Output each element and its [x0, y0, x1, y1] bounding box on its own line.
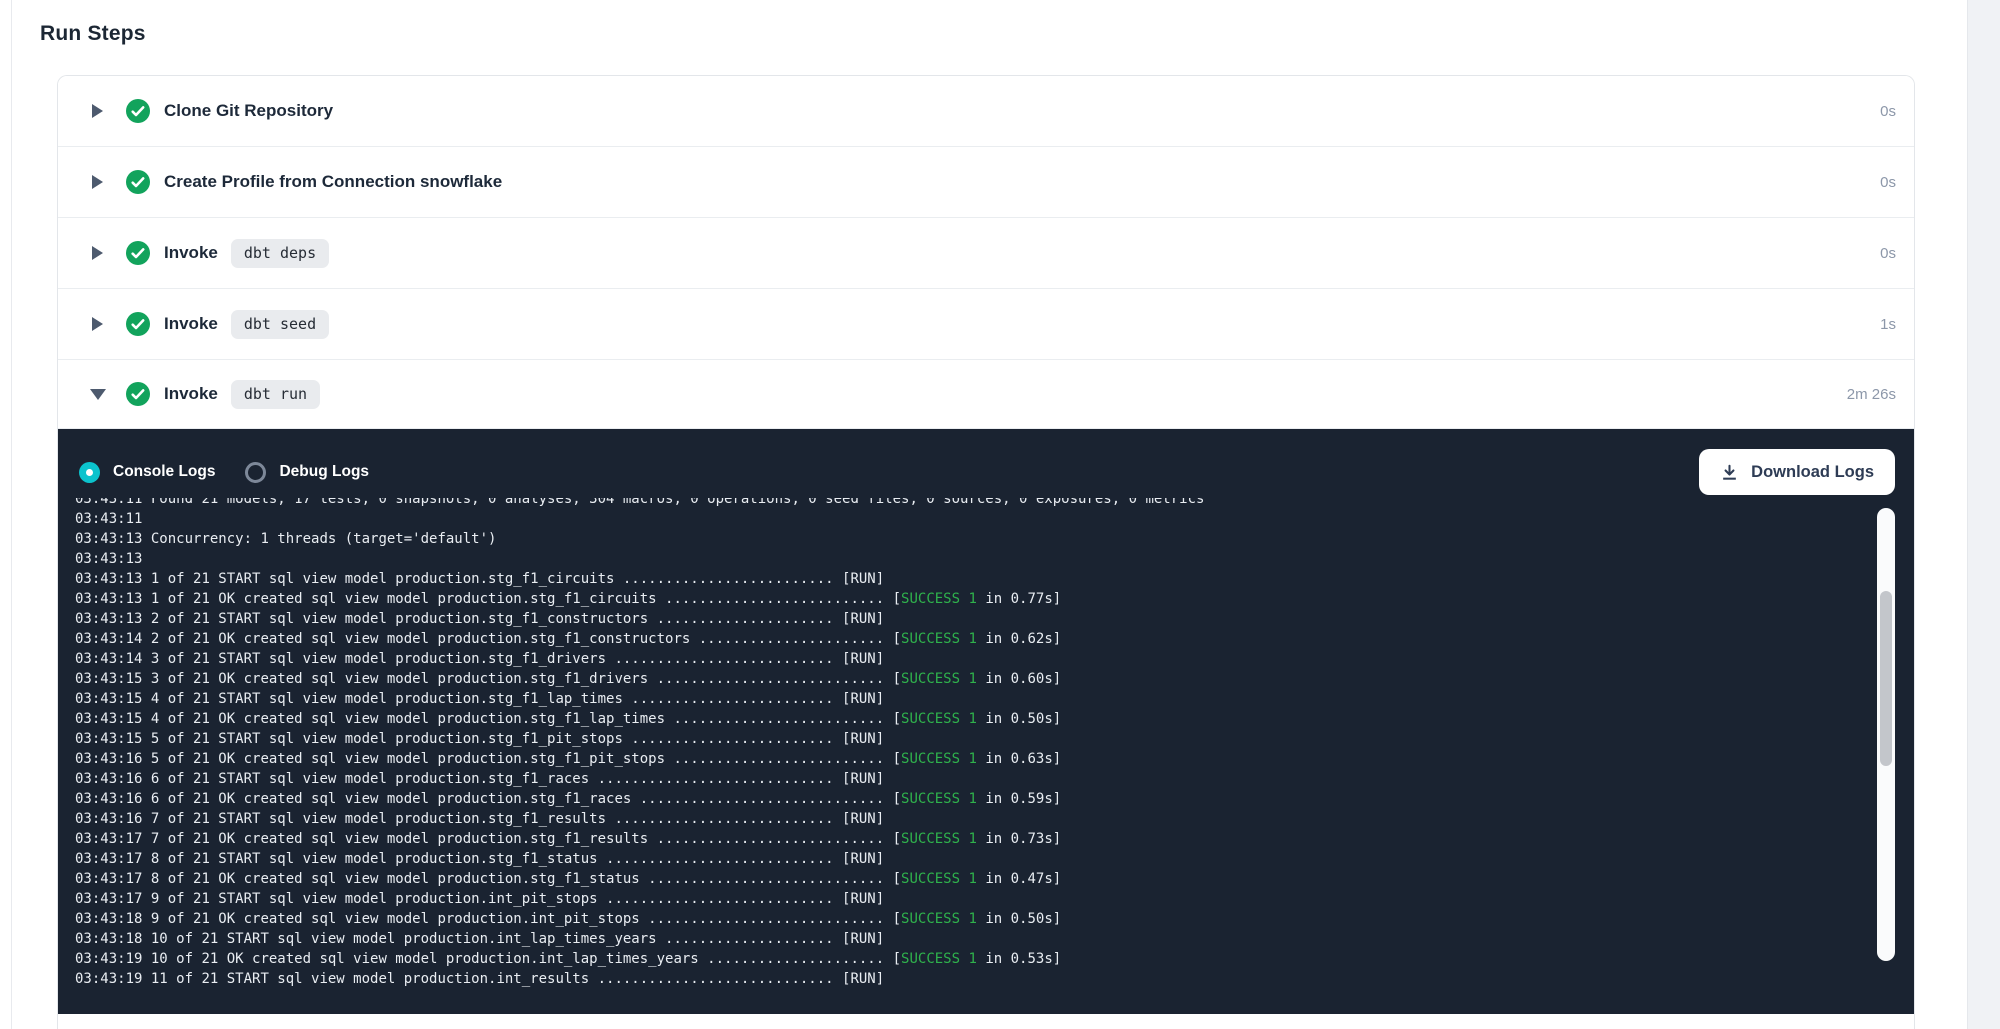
success-check-icon	[126, 241, 150, 265]
success-check-icon	[126, 99, 150, 123]
log-timestamp: 03:43:11	[75, 511, 142, 527]
step-row[interactable]: Create Profile from Connection snowflake…	[58, 147, 1914, 218]
log-timestamp: 03:43:16	[75, 791, 142, 807]
page-title: Run Steps	[40, 22, 146, 46]
console-panel: Console Logs Debug Logs Download Logs 03…	[58, 429, 1914, 1014]
log-line: 03:43:15 3 of 21 OK created sql view mod…	[75, 669, 1784, 689]
log-line: 03:43:18 9 of 21 OK created sql view mod…	[75, 909, 1784, 929]
log-scrollbar-thumb[interactable]	[1880, 591, 1892, 766]
radio-icon[interactable]	[245, 462, 266, 483]
log-line: 03:43:14 3 of 21 START sql view model pr…	[75, 649, 1784, 669]
log-line: 03:43:17 8 of 21 OK created sql view mod…	[75, 869, 1784, 889]
step-duration: 2m 26s	[1847, 386, 1896, 403]
step-command-badge: dbt run	[231, 380, 320, 409]
log-timestamp: 03:43:13	[75, 591, 142, 607]
log-lines: 03:43:11 Found 21 models, 17 tests, 0 sn…	[75, 498, 1784, 989]
log-timestamp: 03:43:19	[75, 951, 142, 967]
log-timestamp: 03:43:15	[75, 691, 142, 707]
step-command-badge: dbt seed	[231, 310, 329, 339]
log-timestamp: 03:43:17	[75, 891, 142, 907]
radio-label: Debug Logs	[279, 463, 369, 481]
log-type-radio[interactable]: Debug Logs	[245, 462, 369, 483]
log-line: 03:43:11	[75, 509, 1784, 529]
chevron-expander-icon[interactable]	[89, 389, 106, 400]
log-timestamp: 03:43:16	[75, 771, 142, 787]
log-type-radio-group: Console Logs Debug Logs	[79, 462, 399, 483]
step-duration: 0s	[1880, 245, 1896, 262]
log-line: 03:43:16 6 of 21 START sql view model pr…	[75, 769, 1784, 789]
download-icon	[1720, 463, 1739, 482]
step-label: Create Profile from Connection snowflake	[164, 172, 502, 192]
log-timestamp: 03:43:17	[75, 851, 142, 867]
log-line: 03:43:13 Concurrency: 1 threads (target=…	[75, 529, 1784, 549]
log-line: 03:43:13	[75, 549, 1784, 569]
log-line: 03:43:11 Found 21 models, 17 tests, 0 sn…	[75, 498, 1784, 509]
log-timestamp: 03:43:14	[75, 631, 142, 647]
log-line: 03:43:17 7 of 21 OK created sql view mod…	[75, 829, 1784, 849]
log-line: 03:43:18 10 of 21 START sql view model p…	[75, 929, 1784, 949]
step-duration: 0s	[1880, 103, 1896, 120]
log-line: 03:43:15 5 of 21 START sql view model pr…	[75, 729, 1784, 749]
success-check-icon	[126, 312, 150, 336]
success-check-icon	[126, 170, 150, 194]
log-line: 03:43:19 10 of 21 OK created sql view mo…	[75, 949, 1784, 969]
step-label: Invoke	[164, 243, 218, 263]
log-timestamp: 03:43:18	[75, 911, 142, 927]
log-type-radio[interactable]: Console Logs	[79, 462, 215, 483]
chevron-expander-icon[interactable]	[89, 175, 106, 189]
step-duration: 1s	[1880, 316, 1896, 333]
log-timestamp: 03:43:13	[75, 571, 142, 587]
log-line: 03:43:14 2 of 21 OK created sql view mod…	[75, 629, 1784, 649]
log-timestamp: 03:43:17	[75, 831, 142, 847]
step-row[interactable]: Invoke dbt deps 0s	[58, 218, 1914, 289]
log-timestamp: 03:43:17	[75, 871, 142, 887]
log-timestamp: 03:43:14	[75, 651, 142, 667]
log-line: 03:43:16 7 of 21 START sql view model pr…	[75, 809, 1784, 829]
download-logs-button[interactable]: Download Logs	[1699, 449, 1895, 495]
steps-card: Clone Git Repository 0s Create Profile f…	[57, 75, 1915, 1029]
step-duration: 0s	[1880, 174, 1896, 191]
step-label: Clone Git Repository	[164, 101, 333, 121]
step-command-badge: dbt deps	[231, 239, 329, 268]
console-toolbar: Console Logs Debug Logs Download Logs	[79, 449, 1895, 495]
log-line: 03:43:15 4 of 21 START sql view model pr…	[75, 689, 1784, 709]
log-line: 03:43:19 11 of 21 START sql view model p…	[75, 969, 1784, 989]
log-line: 03:43:15 4 of 21 OK created sql view mod…	[75, 709, 1784, 729]
right-page-gutter	[1967, 0, 2000, 1029]
step-row[interactable]: Invoke dbt seed 1s	[58, 289, 1914, 360]
log-timestamp: 03:43:16	[75, 811, 142, 827]
log-scrollbar-track[interactable]	[1877, 508, 1895, 961]
log-line: 03:43:13 1 of 21 OK created sql view mod…	[75, 589, 1784, 609]
radio-icon[interactable]	[79, 462, 100, 483]
log-timestamp: 03:43:13	[75, 611, 142, 627]
log-timestamp: 03:43:13	[75, 551, 142, 567]
log-timestamp: 03:43:19	[75, 971, 142, 987]
log-timestamp: 03:43:15	[75, 671, 142, 687]
step-label: Invoke	[164, 314, 218, 334]
log-timestamp: 03:43:11	[75, 498, 142, 507]
console-log-output[interactable]: 03:43:11 Found 21 models, 17 tests, 0 sn…	[75, 498, 1784, 1014]
radio-label: Console Logs	[113, 463, 215, 481]
log-line: 03:43:13 1 of 21 START sql view model pr…	[75, 569, 1784, 589]
download-logs-label: Download Logs	[1751, 463, 1874, 482]
log-timestamp: 03:43:15	[75, 731, 142, 747]
log-line: 03:43:17 8 of 21 START sql view model pr…	[75, 849, 1784, 869]
log-timestamp: 03:43:16	[75, 751, 142, 767]
success-check-icon	[126, 382, 150, 406]
chevron-expander-icon[interactable]	[89, 104, 106, 118]
step-row[interactable]: Invoke dbt run 2m 26s	[58, 360, 1914, 429]
left-panel-divider	[11, 0, 12, 1029]
log-timestamp: 03:43:18	[75, 931, 142, 947]
step-label: Invoke	[164, 384, 218, 404]
log-line: 03:43:16 5 of 21 OK created sql view mod…	[75, 749, 1784, 769]
chevron-expander-icon[interactable]	[89, 317, 106, 331]
chevron-expander-icon[interactable]	[89, 246, 106, 260]
log-line: 03:43:16 6 of 21 OK created sql view mod…	[75, 789, 1784, 809]
log-line: 03:43:17 9 of 21 START sql view model pr…	[75, 889, 1784, 909]
log-line: 03:43:13 2 of 21 START sql view model pr…	[75, 609, 1784, 629]
log-timestamp: 03:43:13	[75, 531, 142, 547]
step-row[interactable]: Clone Git Repository 0s	[58, 76, 1914, 147]
log-timestamp: 03:43:15	[75, 711, 142, 727]
